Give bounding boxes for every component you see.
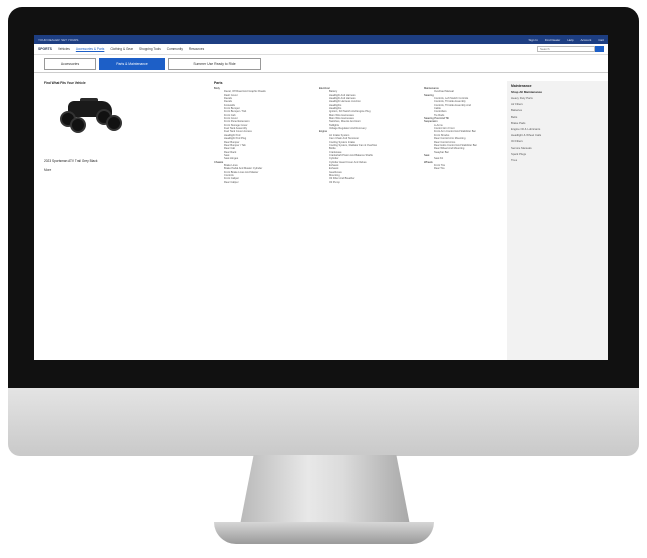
nav-items: Vehicles Accessories & Parts Clothing & Ge… xyxy=(58,47,204,51)
vehicle-more-link[interactable]: More xyxy=(44,168,194,172)
parts-column: Parts Body Decal, Off Road And Graphic Ro… xyxy=(214,81,319,184)
nav-item[interactable]: Shopping Tools xyxy=(139,47,161,51)
atv-wheel xyxy=(70,117,86,133)
utility-link[interactable]: Account xyxy=(580,38,591,42)
nav-item[interactable]: Resources xyxy=(189,47,204,51)
utility-bar: YOUR DEALER: SET YOURS Sign In Find Deale… xyxy=(34,35,608,44)
sidebar-item[interactable]: Tires xyxy=(511,157,604,163)
utility-links: Sign In Find Dealer Help Account Cart xyxy=(528,38,604,42)
utility-link[interactable]: Help xyxy=(567,38,573,42)
utility-link[interactable]: Cart xyxy=(598,38,604,42)
brand-logo[interactable]: SPORTS xyxy=(38,47,52,51)
atv-wheel xyxy=(106,115,122,131)
utility-link[interactable]: Sign In xyxy=(528,38,537,42)
search-input[interactable]: Search xyxy=(537,46,595,52)
parts-list: Electrical Battery Headlight And Harness He… xyxy=(319,87,424,184)
maintenance-sidebar: Maintenance Shop All Maintenance Heavy D… xyxy=(507,81,608,360)
parts-link[interactable]: Oil Pump xyxy=(319,181,424,184)
nav-item[interactable]: Vehicles xyxy=(58,47,70,51)
sidebar-items: Heavy Duty Parts Air Filters Batteries Belt… xyxy=(511,95,604,163)
screen: YOUR DEALER: SET YOURS Sign In Find Deale… xyxy=(34,35,608,360)
monitor-stand xyxy=(240,455,410,525)
parts-list: Body Decal, Off Road And Graphic Roads Das… xyxy=(214,87,319,184)
vehicle-name: 2023 Sportsman ATV Trail Grey Black xyxy=(44,159,98,163)
tab-summer-ready[interactable]: Summer Use Ready to Ride xyxy=(168,57,261,70)
nav-item[interactable]: Community xyxy=(167,47,183,51)
nav-item[interactable]: Clothing & Gear xyxy=(110,47,133,51)
parts-link[interactable]: Rear Caliper xyxy=(214,181,319,184)
dealer-link[interactable]: YOUR DEALER: SET YOURS xyxy=(38,38,78,42)
tab-accessories[interactable]: Accessories xyxy=(44,57,96,70)
tab-parts-maintenance[interactable]: Parts & Maintenance xyxy=(99,57,165,70)
search-button[interactable] xyxy=(595,46,604,52)
vehicle-heading: Find What Fits Your Vehicle xyxy=(44,81,86,85)
parts-columns: Parts Body Decal, Off Road And Graphic Ro… xyxy=(214,81,529,184)
atv-image xyxy=(60,95,122,135)
main-content: Find What Fits Your Vehicle 2023 Sportsm… xyxy=(34,71,608,360)
utility-link[interactable]: Find Dealer xyxy=(545,38,561,42)
vehicle-panel: Find What Fits Your Vehicle 2023 Sportsm… xyxy=(44,81,194,172)
parts-column: Electrical Battery Headlight And Harness He… xyxy=(319,81,424,184)
nav-item[interactable]: Accessories & Parts xyxy=(76,47,105,51)
monitor-chin xyxy=(8,388,639,456)
monitor-base xyxy=(214,522,434,544)
main-nav: SPORTS Vehicles Accessories & Parts Clothi… xyxy=(34,44,608,55)
